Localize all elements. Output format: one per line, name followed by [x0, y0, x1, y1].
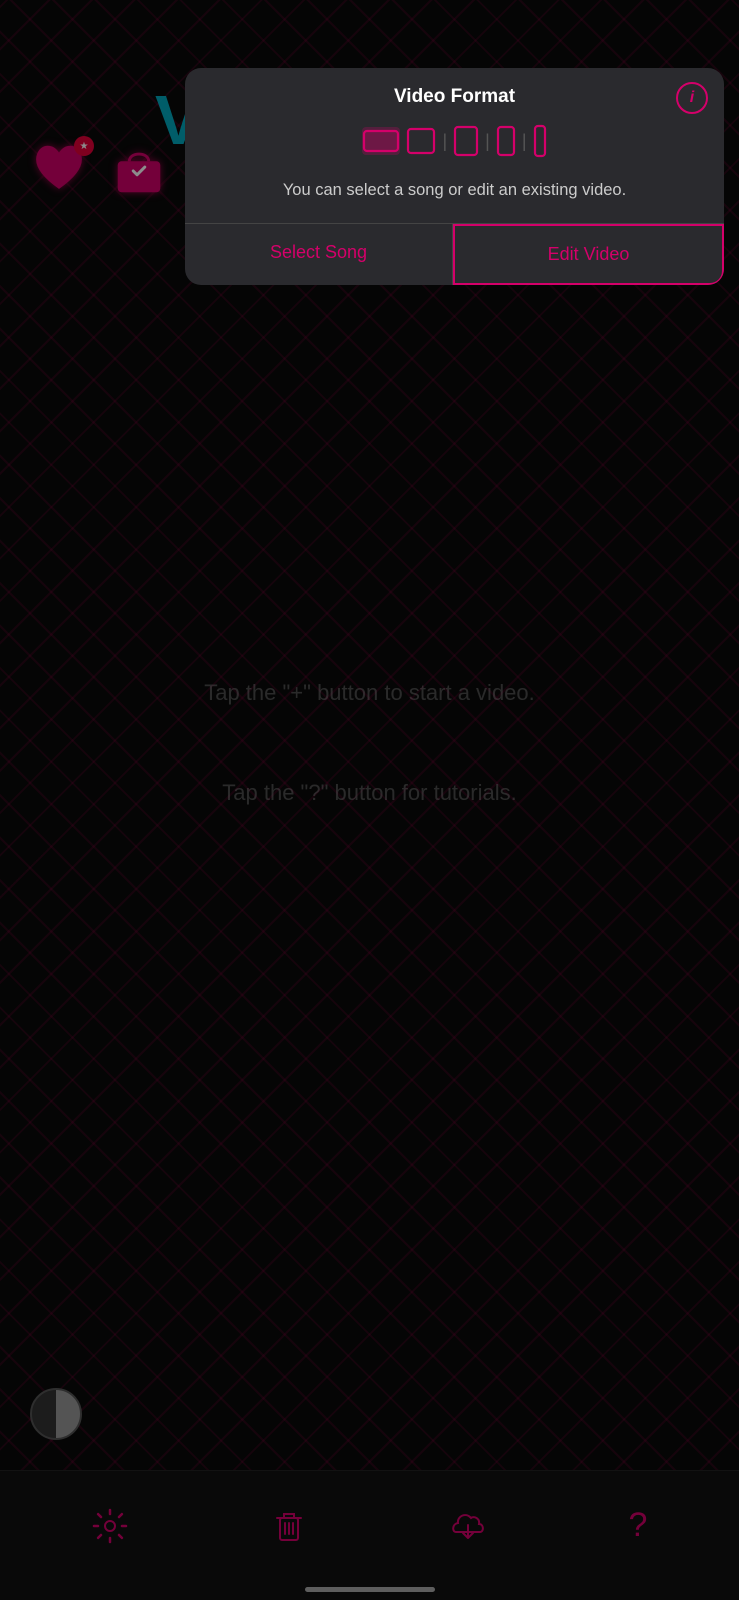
format-portrait-tall[interactable] — [533, 124, 547, 158]
modal-header: Video Format i — [185, 68, 724, 118]
format-divider-3: | — [522, 132, 527, 150]
format-portrait-mid[interactable] — [453, 125, 479, 157]
modal-title: Video Format — [394, 86, 515, 108]
format-portrait-narrow[interactable] — [496, 125, 516, 157]
edit-video-button[interactable]: Edit Video — [453, 224, 724, 285]
format-divider-2: | — [485, 132, 490, 150]
format-square-wide[interactable] — [406, 127, 436, 155]
select-song-button[interactable]: Select Song — [185, 224, 453, 285]
format-selector-row: | | | — [185, 118, 724, 170]
info-button[interactable]: i — [676, 82, 708, 114]
format-divider-1: | — [442, 132, 447, 150]
modal-description: You can select a song or edit an existin… — [185, 170, 724, 223]
home-indicator — [305, 1587, 435, 1592]
format-landscape[interactable] — [362, 127, 400, 155]
modal-action-buttons: Select Song Edit Video — [185, 223, 724, 285]
video-format-modal: Video Format i | | | — [185, 68, 724, 285]
